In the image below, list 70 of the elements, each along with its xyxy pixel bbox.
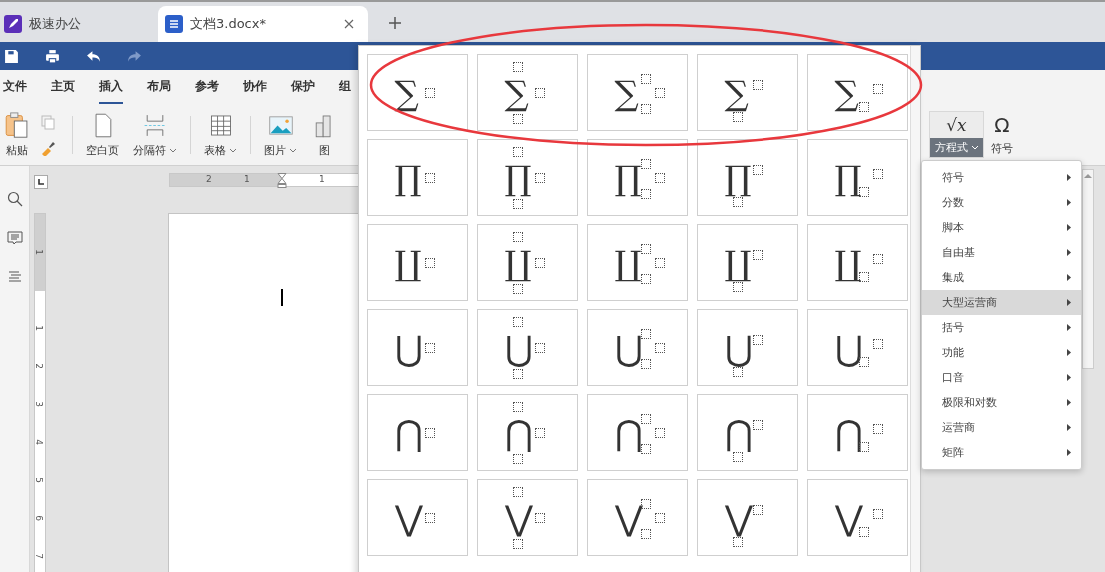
ruler-number: 6 [33,515,44,521]
ruler-number: 1 [33,249,44,255]
menu-item[interactable]: 极限和对数 [922,390,1081,415]
menu-item[interactable]: 集成 [922,265,1081,290]
operator-option[interactable]: ⋁ [587,479,688,556]
menu-item[interactable]: 矩阵 [922,440,1081,465]
operator-option[interactable]: ⋃ [367,309,468,386]
ruler-number: 2 [206,174,212,184]
ribbon-button[interactable]: 图片 [257,111,304,158]
ruler-number: 3 [33,401,44,407]
menu-item[interactable]: 括号 [922,315,1081,340]
operator-option[interactable]: ∏ [367,139,468,216]
operator-option[interactable]: ⋃ [587,309,688,386]
operator-option[interactable]: ⋂ [807,394,908,471]
operator-option[interactable]: ⋁ [477,479,578,556]
app-tab[interactable]: 极速办公 [0,6,155,42]
operator-option[interactable]: ⋁ [367,479,468,556]
equation-button[interactable]: √x 方程式 [929,111,984,158]
operator-option[interactable]: ⋂ [367,394,468,471]
operator-option[interactable]: ∐ [367,224,468,301]
operator-option[interactable]: ∏ [587,139,688,216]
menu-tab[interactable]: 协作 [243,70,267,104]
operator-option[interactable]: ∑ [587,54,688,131]
ruler-number: 1 [244,174,250,184]
operator-option[interactable]: ⋁ [807,479,908,556]
menu-item[interactable]: 大型运营商 [922,290,1081,315]
menu-item[interactable]: 功能 [922,340,1081,365]
symbol-button[interactable]: Ω 符号 [984,113,1020,156]
ribbon-button[interactable]: 空白页 [79,111,126,158]
operator-option[interactable]: ∐ [477,224,578,301]
ruler-number: 5 [33,477,44,483]
operator-option[interactable]: ∐ [807,224,908,301]
menu-item[interactable]: 分数 [922,190,1081,215]
operator-option[interactable]: ∑ [697,54,798,131]
menu-tab[interactable]: 组 [339,70,351,104]
operator-option[interactable]: ⋃ [477,309,578,386]
paste-button[interactable]: 粘贴 [0,111,34,158]
operator-option[interactable]: ⋃ [807,309,908,386]
ribbon-button[interactable]: 表格 [197,111,244,158]
operator-option[interactable]: ∏ [477,139,578,216]
menu-item[interactable]: 符号 [922,165,1081,190]
operator-option[interactable]: ∏ [697,139,798,216]
operator-option[interactable]: ⋂ [697,394,798,471]
app-tab[interactable]: 文档3.docx* [158,6,368,42]
ruler-number: 1 [319,174,325,184]
ribbon-button[interactable]: 分隔符 [126,111,184,158]
menu-tab[interactable]: 文件 [3,70,27,104]
operator-option[interactable]: ⋁ [697,479,798,556]
menu-tab[interactable]: 布局 [147,70,171,104]
menu-tab[interactable]: 主页 [51,70,75,104]
operator-option[interactable]: ⋃ [697,309,798,386]
ribbon-button[interactable]: 图 [304,111,344,158]
ruler-number: 4 [33,439,44,445]
menu-item[interactable]: 脚本 [922,215,1081,240]
ruler-number: 2 [33,363,44,369]
ruler-number: 1 [33,325,44,331]
operator-option[interactable]: ∑ [367,54,468,131]
operator-option[interactable]: ⋂ [587,394,688,471]
operator-option[interactable]: ∏ [807,139,908,216]
menu-tab[interactable]: 保护 [291,70,315,104]
menu-item[interactable]: 运营商 [922,415,1081,440]
operator-option[interactable]: ⋂ [477,394,578,471]
ruler-number: 7 [33,553,44,559]
operator-option[interactable]: ∐ [587,224,688,301]
menu-item[interactable]: 口音 [922,365,1081,390]
operator-option[interactable]: ∐ [697,224,798,301]
operator-option[interactable]: ∑ [477,54,578,131]
menu-item[interactable]: 自由基 [922,240,1081,265]
menu-tab[interactable]: 参考 [195,70,219,104]
operator-option[interactable]: ∑ [807,54,908,131]
